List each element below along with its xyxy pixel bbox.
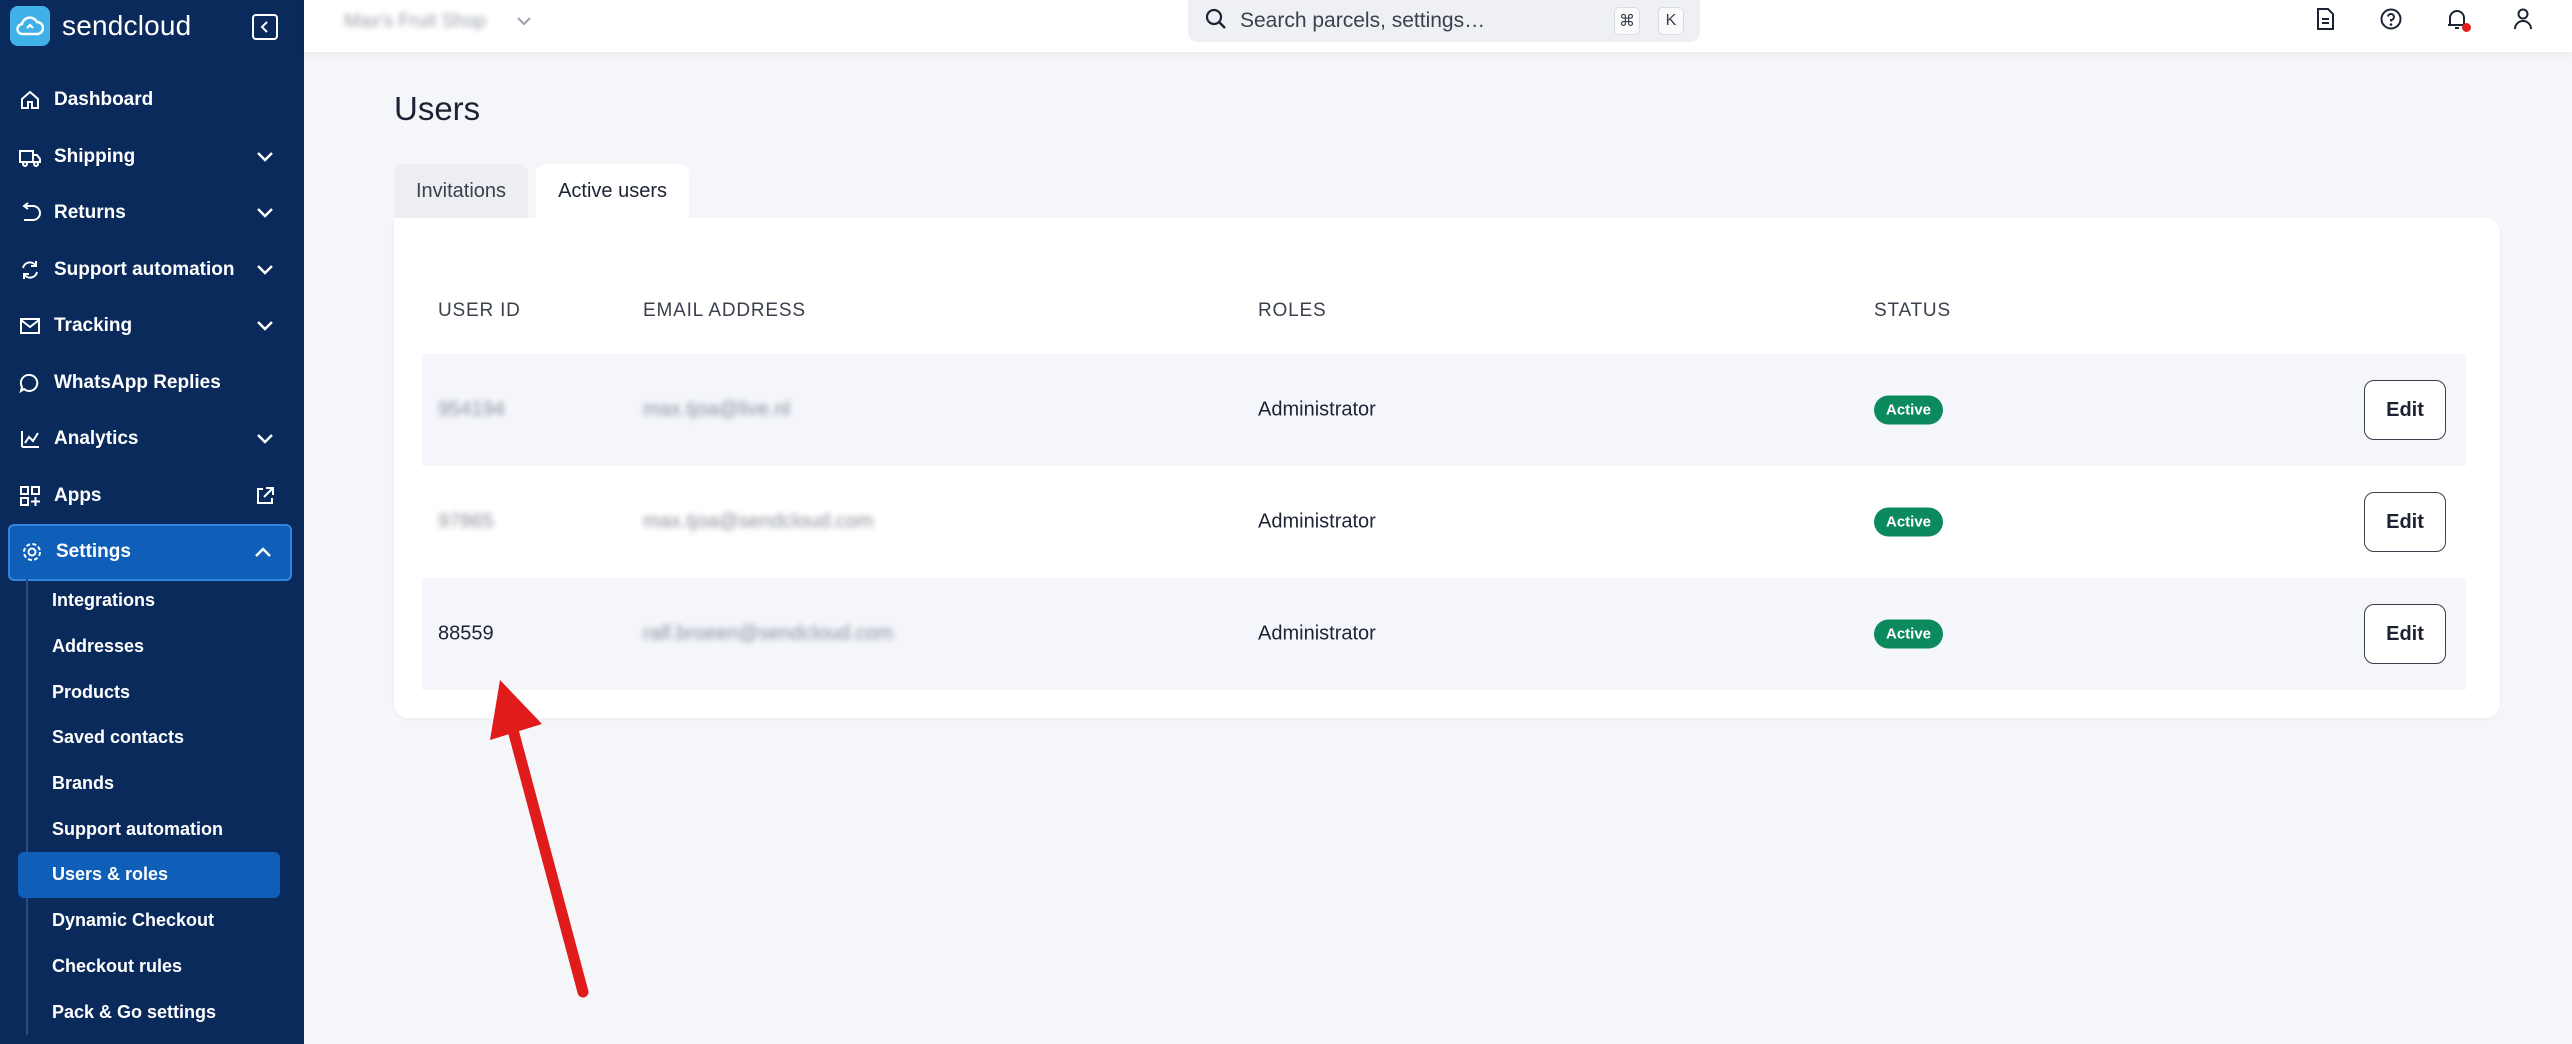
- role-cell: Administrator: [1258, 398, 1376, 421]
- page-title: Users: [394, 90, 481, 127]
- user-id-cell: 88559: [438, 622, 494, 645]
- sendcloud-logo-icon: [10, 6, 50, 46]
- chevron-down-icon: [254, 202, 276, 224]
- user-icon[interactable]: [2510, 6, 2536, 32]
- brand-name: sendcloud: [62, 10, 192, 41]
- email-cell: max.tjoa@sendcloud.com: [643, 510, 874, 533]
- main-nav: Dashboard Shipping Returns Support autom…: [8, 72, 292, 581]
- column-header-roles: ROLES: [1258, 300, 1327, 321]
- shortcut-k-key: K: [1658, 7, 1684, 35]
- email-cell: ralf.broeen@sendcloud.com: [643, 622, 894, 645]
- annotation-arrow-icon: [490, 680, 589, 998]
- settings-subnav: Integrations Addresses Products Saved co…: [18, 578, 292, 1035]
- nav-label: WhatsApp Replies: [54, 371, 221, 393]
- shop-name: Max's Fruit Shop: [344, 11, 486, 32]
- chart-icon: [18, 427, 42, 451]
- nav-item-apps[interactable]: Apps: [8, 468, 292, 525]
- nav-item-whatsapp-replies[interactable]: WhatsApp Replies: [8, 355, 292, 412]
- sync-icon: [18, 258, 42, 282]
- email-cell: max.tjoa@live.nl: [643, 398, 791, 421]
- role-cell: Administrator: [1258, 510, 1376, 533]
- subnav-item-support-automation[interactable]: Support automation: [28, 806, 292, 852]
- chevron-down-icon: [254, 146, 276, 168]
- status-badge: Active: [1874, 395, 1944, 425]
- document-icon[interactable]: [2312, 6, 2338, 32]
- column-header-status: STATUS: [1874, 300, 1951, 321]
- topbar: Max's Fruit Shop Search parcels, setting…: [304, 0, 2572, 52]
- external-link-icon: [254, 485, 276, 507]
- chevron-down-icon: [254, 315, 276, 337]
- shortcut-mod-key: ⌘: [1614, 7, 1640, 35]
- subnav-item-addresses[interactable]: Addresses: [28, 624, 292, 670]
- subnav-item-brands[interactable]: Brands: [28, 761, 292, 807]
- nav-label: Tracking: [54, 315, 133, 337]
- subnav-item-users-roles[interactable]: Users & roles: [18, 852, 280, 898]
- notification-dot: [2462, 23, 2471, 32]
- topbar-actions: [2312, 6, 2536, 32]
- gear-icon: [20, 540, 44, 564]
- bell-icon[interactable]: [2444, 6, 2471, 32]
- subnav-item-pack-go-settings[interactable]: Pack & Go settings: [28, 989, 292, 1035]
- edit-button[interactable]: Edit: [2364, 604, 2446, 664]
- user-id-cell: 954194: [438, 398, 505, 421]
- nav-item-shipping[interactable]: Shipping: [8, 129, 292, 186]
- column-header-email: EMAIL ADDRESS: [643, 300, 806, 321]
- edit-button[interactable]: Edit: [2364, 380, 2446, 440]
- nav-label: Dashboard: [54, 89, 154, 111]
- nav-item-dashboard[interactable]: Dashboard: [8, 72, 292, 129]
- table-row: 97865 max.tjoa@sendcloud.com Administrat…: [422, 466, 2466, 578]
- edit-button[interactable]: Edit: [2364, 492, 2446, 552]
- help-icon[interactable]: [2378, 6, 2404, 32]
- tab-invitations[interactable]: Invitations: [394, 164, 529, 218]
- truck-icon: [18, 145, 42, 169]
- nav-item-support-automation[interactable]: Support automation: [8, 242, 292, 299]
- brand[interactable]: sendcloud: [10, 6, 191, 46]
- nav-item-returns[interactable]: Returns: [8, 185, 292, 242]
- chevron-up-icon: [252, 541, 274, 563]
- home-icon: [18, 88, 42, 112]
- chat-icon: [18, 371, 42, 395]
- nav-label: Settings: [56, 541, 131, 563]
- mail-icon: [18, 314, 42, 338]
- status-badge: Active: [1874, 507, 1944, 537]
- shop-selector[interactable]: Max's Fruit Shop: [344, 6, 532, 38]
- search-bar[interactable]: Search parcels, settings… ⌘ K: [1188, 0, 1700, 42]
- nav-item-settings[interactable]: Settings: [8, 524, 292, 581]
- table-header: USER ID EMAIL ADDRESS ROLES STATUS: [422, 300, 2466, 330]
- subnav-item-dynamic-checkout[interactable]: Dynamic Checkout: [28, 898, 292, 944]
- return-icon: [18, 201, 42, 225]
- status-badge: Active: [1874, 619, 1944, 649]
- chevron-left-icon: [260, 21, 268, 33]
- nav-label: Returns: [54, 202, 126, 224]
- nav-label: Apps: [54, 484, 102, 506]
- subnav-item-saved-contacts[interactable]: Saved contacts: [28, 715, 292, 761]
- tab-active-users[interactable]: Active users: [536, 164, 689, 218]
- role-cell: Administrator: [1258, 622, 1376, 645]
- chevron-down-icon: [254, 259, 276, 281]
- tab-bar: Invitations Active users: [394, 164, 689, 218]
- nav-label: Analytics: [54, 428, 139, 450]
- nav-item-analytics[interactable]: Analytics: [8, 411, 292, 468]
- apps-icon: [18, 484, 42, 508]
- search-icon: [1204, 7, 1228, 36]
- table-row: 88559 ralf.broeen@sendcloud.com Administ…: [422, 578, 2466, 690]
- collapse-sidebar-button[interactable]: [252, 14, 278, 40]
- table-row: 954194 max.tjoa@live.nl Administrator Ac…: [422, 354, 2466, 466]
- nav-label: Shipping: [54, 145, 136, 167]
- chevron-down-icon: [516, 13, 532, 31]
- search-input[interactable]: Search parcels, settings…: [1240, 9, 1596, 33]
- column-header-user-id: USER ID: [438, 300, 521, 321]
- user-id-cell: 97865: [438, 510, 494, 533]
- subnav-item-checkout-rules[interactable]: Checkout rules: [28, 944, 292, 990]
- subnav-item-products[interactable]: Products: [28, 669, 292, 715]
- users-table-card: USER ID EMAIL ADDRESS ROLES STATUS 95419…: [394, 218, 2500, 718]
- chevron-down-icon: [254, 428, 276, 450]
- nav-label: Support automation: [54, 258, 235, 280]
- nav-item-tracking[interactable]: Tracking: [8, 298, 292, 355]
- sidebar: sendcloud Dashboard Shipping Returns Sup…: [0, 0, 304, 1044]
- subnav-item-integrations[interactable]: Integrations: [28, 578, 292, 624]
